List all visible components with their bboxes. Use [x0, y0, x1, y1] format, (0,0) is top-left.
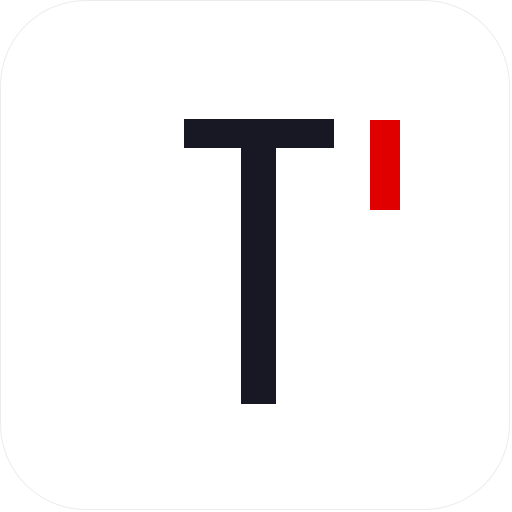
canvas — [0, 0, 512, 512]
logo-t-stem — [241, 148, 276, 404]
logo-red-accent-bar — [370, 120, 400, 210]
logo-t-crossbar — [184, 119, 334, 148]
t-logo-icon[interactable] — [0, 0, 510, 510]
